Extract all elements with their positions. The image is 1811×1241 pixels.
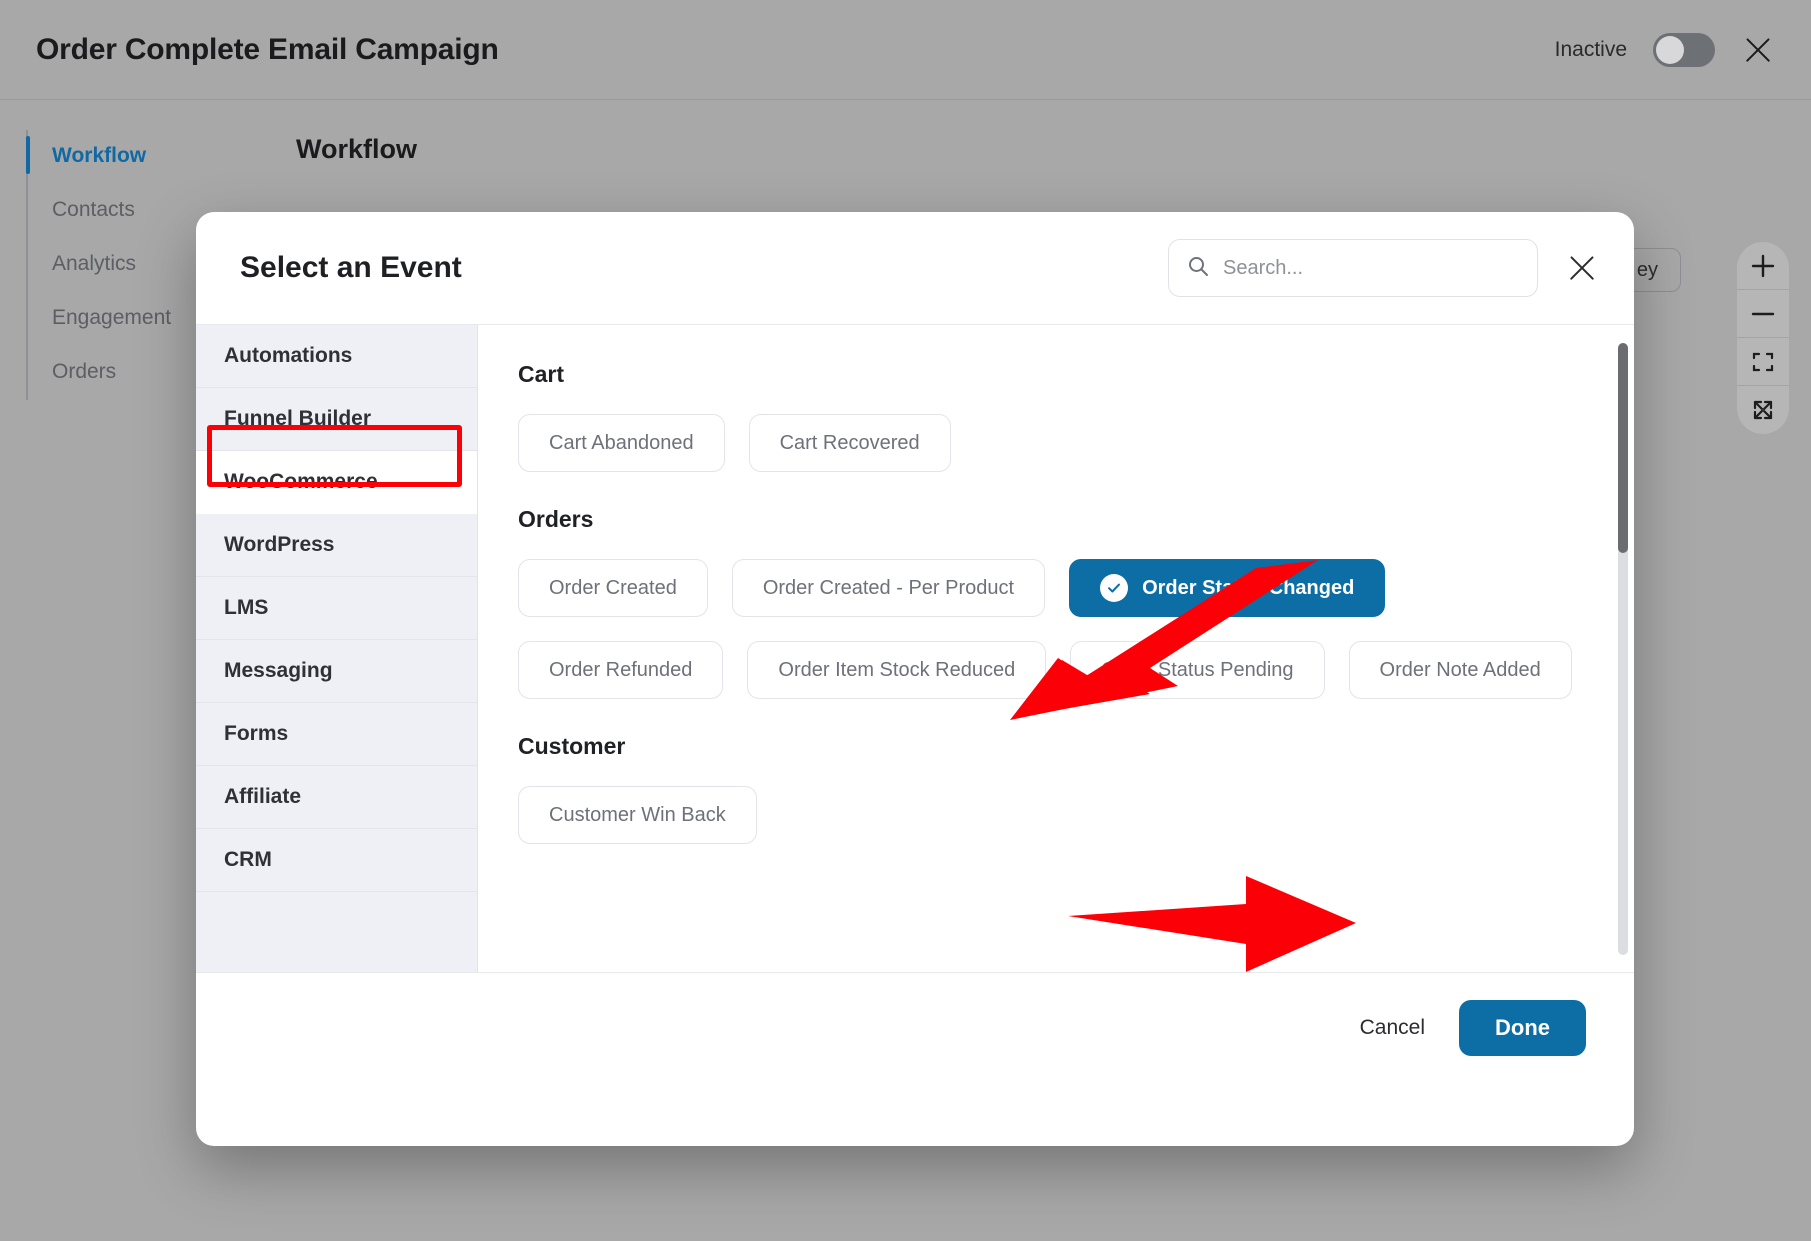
sidebar-item-workflow[interactable]: Workflow (26, 130, 266, 184)
category-label: WordPress (224, 533, 335, 556)
category-label: LMS (224, 596, 269, 619)
modal-title: Select an Event (240, 251, 462, 284)
event-chip-label: Order Note Added (1379, 658, 1541, 681)
category-item-lms[interactable]: LMS (196, 577, 477, 640)
modal-footer: Cancel Done (196, 972, 1634, 1082)
top-bar: Order Complete Email Campaign Inactive (0, 0, 1811, 100)
group-title: Orders (518, 506, 594, 532)
check-icon (1100, 574, 1129, 602)
select-event-modal: Select an Event Automations (196, 212, 1634, 1146)
modal-header-controls (1168, 239, 1598, 297)
sidebar-item-label: Orders (52, 360, 117, 383)
category-label: CRM (224, 848, 272, 871)
search-input[interactable] (1223, 256, 1519, 280)
event-chip-order-refunded[interactable]: Order Refunded (518, 641, 724, 699)
events-scrollbar[interactable] (1618, 343, 1628, 955)
category-label: Funnel Builder (224, 407, 371, 430)
event-chip-order-status-pending[interactable]: Order Status Pending (1070, 641, 1325, 699)
category-item-crm[interactable]: CRM (196, 829, 477, 892)
scrollbar-thumb[interactable] (1618, 343, 1628, 553)
toggle-knob (1656, 35, 1684, 64)
done-button[interactable]: Done (1459, 999, 1586, 1056)
event-chip-label: Order Status Changed (1142, 576, 1355, 599)
category-label: Automations (224, 344, 353, 367)
top-bar-controls: Inactive (1554, 32, 1775, 67)
event-group-orders: Orders Order Created Order Created - Per… (518, 506, 1594, 699)
category-item-affiliate[interactable]: Affiliate (196, 766, 477, 829)
event-chip-cart-abandoned[interactable]: Cart Abandoned (518, 414, 725, 472)
category-label: Messaging (224, 659, 333, 682)
category-list: Automations Funnel Builder WooCommerce W… (196, 325, 478, 972)
event-chip-label: Cart Abandoned (549, 431, 694, 454)
category-label: WooCommerce (224, 470, 378, 493)
category-item-wordpress[interactable]: WordPress (196, 514, 477, 577)
event-group-customer: Customer Customer Win Back (518, 733, 1594, 844)
sidebar-item-label: Contacts (52, 198, 135, 221)
search-box[interactable] (1168, 239, 1538, 297)
plus-icon[interactable] (1737, 242, 1789, 290)
sidebar-item-label: Workflow (52, 144, 147, 167)
event-chip-label: Cart Recovered (779, 431, 920, 454)
event-chip-customer-win-back[interactable]: Customer Win Back (518, 786, 757, 844)
chip-row: Order Created Order Created - Per Produc… (518, 559, 1594, 699)
category-label: Forms (224, 722, 289, 745)
close-icon[interactable] (1741, 33, 1775, 67)
event-chip-cart-recovered[interactable]: Cart Recovered (748, 414, 951, 472)
app-root: Order Complete Email Campaign Inactive W… (0, 0, 1811, 1241)
event-chip-label: Order Refunded (549, 658, 693, 681)
event-chip-label: Order Created (549, 576, 677, 599)
sidebar-item-label: Engagement (52, 306, 172, 329)
category-item-funnel-builder[interactable]: Funnel Builder (196, 388, 477, 451)
event-chip-order-status-changed[interactable]: Order Status Changed (1069, 559, 1386, 617)
status-badge: Inactive (1554, 37, 1627, 61)
modal-close-icon[interactable] (1566, 252, 1598, 284)
chip-row: Customer Win Back (518, 786, 1594, 844)
category-item-woocommerce[interactable]: WooCommerce (196, 451, 477, 514)
category-item-forms[interactable]: Forms (196, 703, 477, 766)
sidebar-item-label: Analytics (52, 252, 137, 275)
modal-body: Automations Funnel Builder WooCommerce W… (196, 324, 1634, 972)
event-chip-label: Order Item Stock Reduced (778, 658, 1016, 681)
event-chip-label: Customer Win Back (549, 803, 726, 826)
canvas-zoom-toolbar (1737, 242, 1789, 434)
event-chip-label: Order Created - Per Product (762, 576, 1015, 599)
event-chip-order-created[interactable]: Order Created (518, 559, 708, 617)
group-title: Cart (518, 361, 565, 387)
page-title: Order Complete Email Campaign (36, 32, 499, 66)
minus-icon[interactable] (1737, 290, 1789, 338)
canvas-heading: Workflow (296, 134, 417, 164)
category-item-messaging[interactable]: Messaging (196, 640, 477, 703)
event-chip-order-item-stock-reduced[interactable]: Order Item Stock Reduced (747, 641, 1047, 699)
active-toggle[interactable] (1653, 32, 1715, 67)
modal-header: Select an Event (196, 212, 1634, 324)
fit-screen-icon[interactable] (1737, 338, 1789, 386)
event-chip-order-created-per-product[interactable]: Order Created - Per Product (731, 559, 1046, 617)
events-pane: Cart Cart Abandoned Cart Recovered Order… (478, 325, 1634, 972)
search-icon (1187, 255, 1209, 282)
event-chip-label: Order Status Pending (1101, 658, 1294, 681)
expand-icon[interactable] (1737, 386, 1789, 434)
cancel-button[interactable]: Cancel (1360, 1016, 1425, 1040)
event-group-cart: Cart Cart Abandoned Cart Recovered (518, 361, 1594, 472)
category-label: Affiliate (224, 785, 302, 808)
group-title: Customer (518, 733, 626, 759)
category-item-automations[interactable]: Automations (196, 325, 477, 388)
chip-row: Cart Abandoned Cart Recovered (518, 414, 1594, 472)
event-chip-order-note-added[interactable]: Order Note Added (1348, 641, 1572, 699)
